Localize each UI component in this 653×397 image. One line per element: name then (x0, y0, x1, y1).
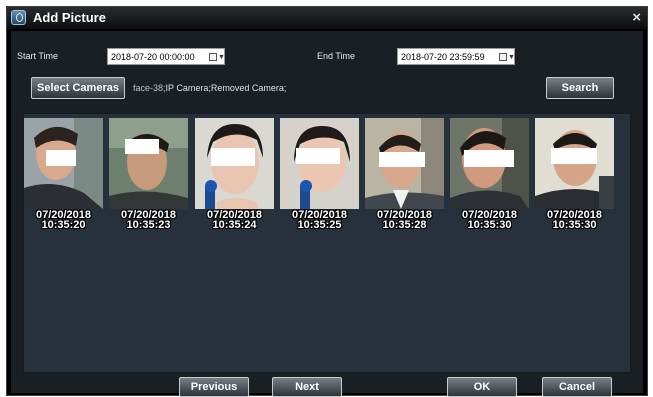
picture-gallery: 07/20/201810:35:20 07/20/201810:35:23 (23, 113, 631, 373)
search-button[interactable]: Search (546, 77, 614, 99)
thumbnail-timestamp: 07/20/2018 10:35:30 (461, 209, 518, 231)
selected-camera-rest: IP Camera;Removed Camera; (165, 83, 287, 93)
end-time-value: 2018-07-20 23:59:59 (401, 52, 485, 62)
thumbnail-timestamp: 07/20/2018 10:35:24 (206, 209, 263, 231)
redaction-box (464, 150, 514, 167)
ok-button[interactable]: OK (447, 377, 517, 397)
picture-thumbnail[interactable]: 07/20/2018 10:35:30 (450, 118, 529, 238)
add-picture-dialog: Add Picture × Start Time 2018-07-20 00:0… (6, 6, 648, 397)
next-button[interactable]: Next (272, 377, 342, 397)
previous-button[interactable]: Previous (179, 377, 249, 397)
dialog-content: Start Time 2018-07-20 00:00:00 ▼ End Tim… (11, 31, 643, 397)
title-bar[interactable]: Add Picture × (7, 7, 647, 29)
calendar-dropdown-icon[interactable]: ▼ (209, 52, 225, 62)
start-time-field[interactable]: 2018-07-20 00:00:00 ▼ (107, 48, 225, 65)
redaction-box (125, 139, 159, 154)
redaction-box (211, 148, 255, 166)
redaction-box (46, 150, 76, 166)
calendar-dropdown-icon[interactable]: ▼ (499, 52, 515, 62)
selected-camera-highlight: face-38; (133, 83, 166, 93)
redaction-box (379, 152, 425, 167)
cancel-button[interactable]: Cancel (542, 377, 612, 397)
app-camera-icon (11, 10, 26, 25)
select-cameras-button[interactable]: Select Cameras (31, 77, 125, 99)
thumbnail-timestamp: 07/20/2018 10:35:20 (35, 209, 92, 231)
selected-cameras-text: face-38;IP Camera;Removed Camera; (133, 83, 286, 93)
thumbnail-timestamp: 07/20/2018 10:35:30 (546, 209, 603, 231)
thumbnail-timestamp: 07/20/2018 10:35:23 (120, 209, 177, 231)
thumbnail-timestamp: 07/20/2018 10:35:25 (291, 209, 348, 231)
picture-thumbnail[interactable]: 07/20/2018 10:35:24 (195, 118, 274, 238)
picture-thumbnail[interactable]: 07/20/2018 10:35:25 (280, 118, 359, 238)
picture-thumbnail[interactable]: 07/20/2018 10:35:20 (24, 118, 103, 238)
face-photo (109, 118, 188, 209)
thumbnail-timestamp: 07/20/2018 10:35:28 (376, 209, 433, 231)
close-button[interactable]: × (632, 9, 641, 26)
end-time-field[interactable]: 2018-07-20 23:59:59 ▼ (397, 48, 515, 65)
redaction-box (296, 148, 340, 164)
start-time-label: Start Time (17, 51, 59, 61)
redaction-box (551, 148, 597, 164)
start-time-value: 2018-07-20 00:00:00 (111, 52, 195, 62)
end-time-label: End Time (317, 51, 356, 61)
picture-thumbnail[interactable]: 07/20/2018 10:35:30 (535, 118, 614, 238)
picture-thumbnail[interactable]: 07/20/2018 10:35:23 (109, 118, 188, 238)
picture-thumbnail[interactable]: 07/20/2018 10:35:28 (365, 118, 444, 238)
dialog-title: Add Picture (33, 10, 106, 25)
